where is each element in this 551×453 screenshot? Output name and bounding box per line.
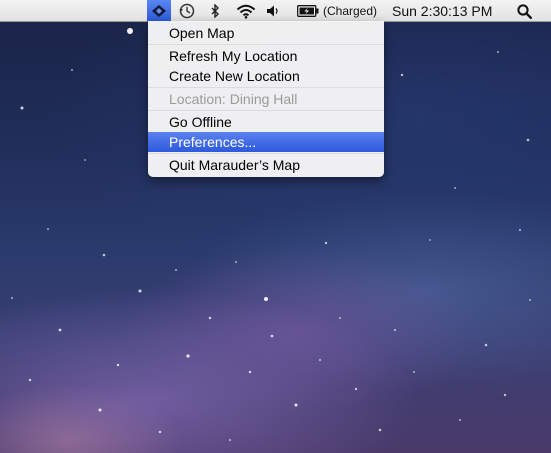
spotlight-button[interactable] <box>512 0 536 22</box>
wifi-icon <box>236 4 256 19</box>
time-machine-icon <box>179 3 195 19</box>
menu-bar: (Charged) Sun 2:30:13 PM <box>0 0 551 22</box>
battery-menu-extra[interactable] <box>296 0 320 22</box>
battery-status-text: (Charged) <box>323 4 378 18</box>
spotlight-icon <box>516 3 532 19</box>
menu-item-quit[interactable]: Quit Marauder’s Map <box>148 155 384 175</box>
volume-menu-extra[interactable] <box>265 0 281 22</box>
menu-item-current-location: Location: Dining Hall <box>169 91 298 107</box>
marauders-map-menu-extra[interactable] <box>147 0 171 22</box>
time-machine-menu-extra[interactable] <box>177 0 197 22</box>
marauders-map-menu: Open Map Refresh My Location Create New … <box>148 21 384 177</box>
wifi-menu-extra[interactable] <box>234 0 258 22</box>
volume-icon <box>266 5 278 17</box>
bluetooth-icon <box>211 4 219 18</box>
menu-item-open-map[interactable]: Open Map <box>148 23 384 43</box>
menu-item-preferences[interactable]: Preferences... <box>148 132 384 152</box>
menu-item-refresh-location[interactable]: Refresh My Location <box>148 46 384 66</box>
menu-separator <box>148 87 384 88</box>
menu-item-create-location[interactable]: Create New Location <box>148 66 384 86</box>
menu-bar-clock[interactable]: Sun 2:30:13 PM <box>392 0 492 22</box>
marauders-map-icon <box>152 5 166 17</box>
menu-separator <box>148 44 384 45</box>
menu-item-go-offline[interactable]: Go Offline <box>148 112 384 132</box>
battery-icon <box>297 5 319 17</box>
menu-separator <box>148 110 384 111</box>
menu-separator <box>148 153 384 154</box>
desktop: (Charged) Sun 2:30:13 PM Open Map Refres… <box>0 0 551 453</box>
bluetooth-menu-extra[interactable] <box>208 0 222 22</box>
